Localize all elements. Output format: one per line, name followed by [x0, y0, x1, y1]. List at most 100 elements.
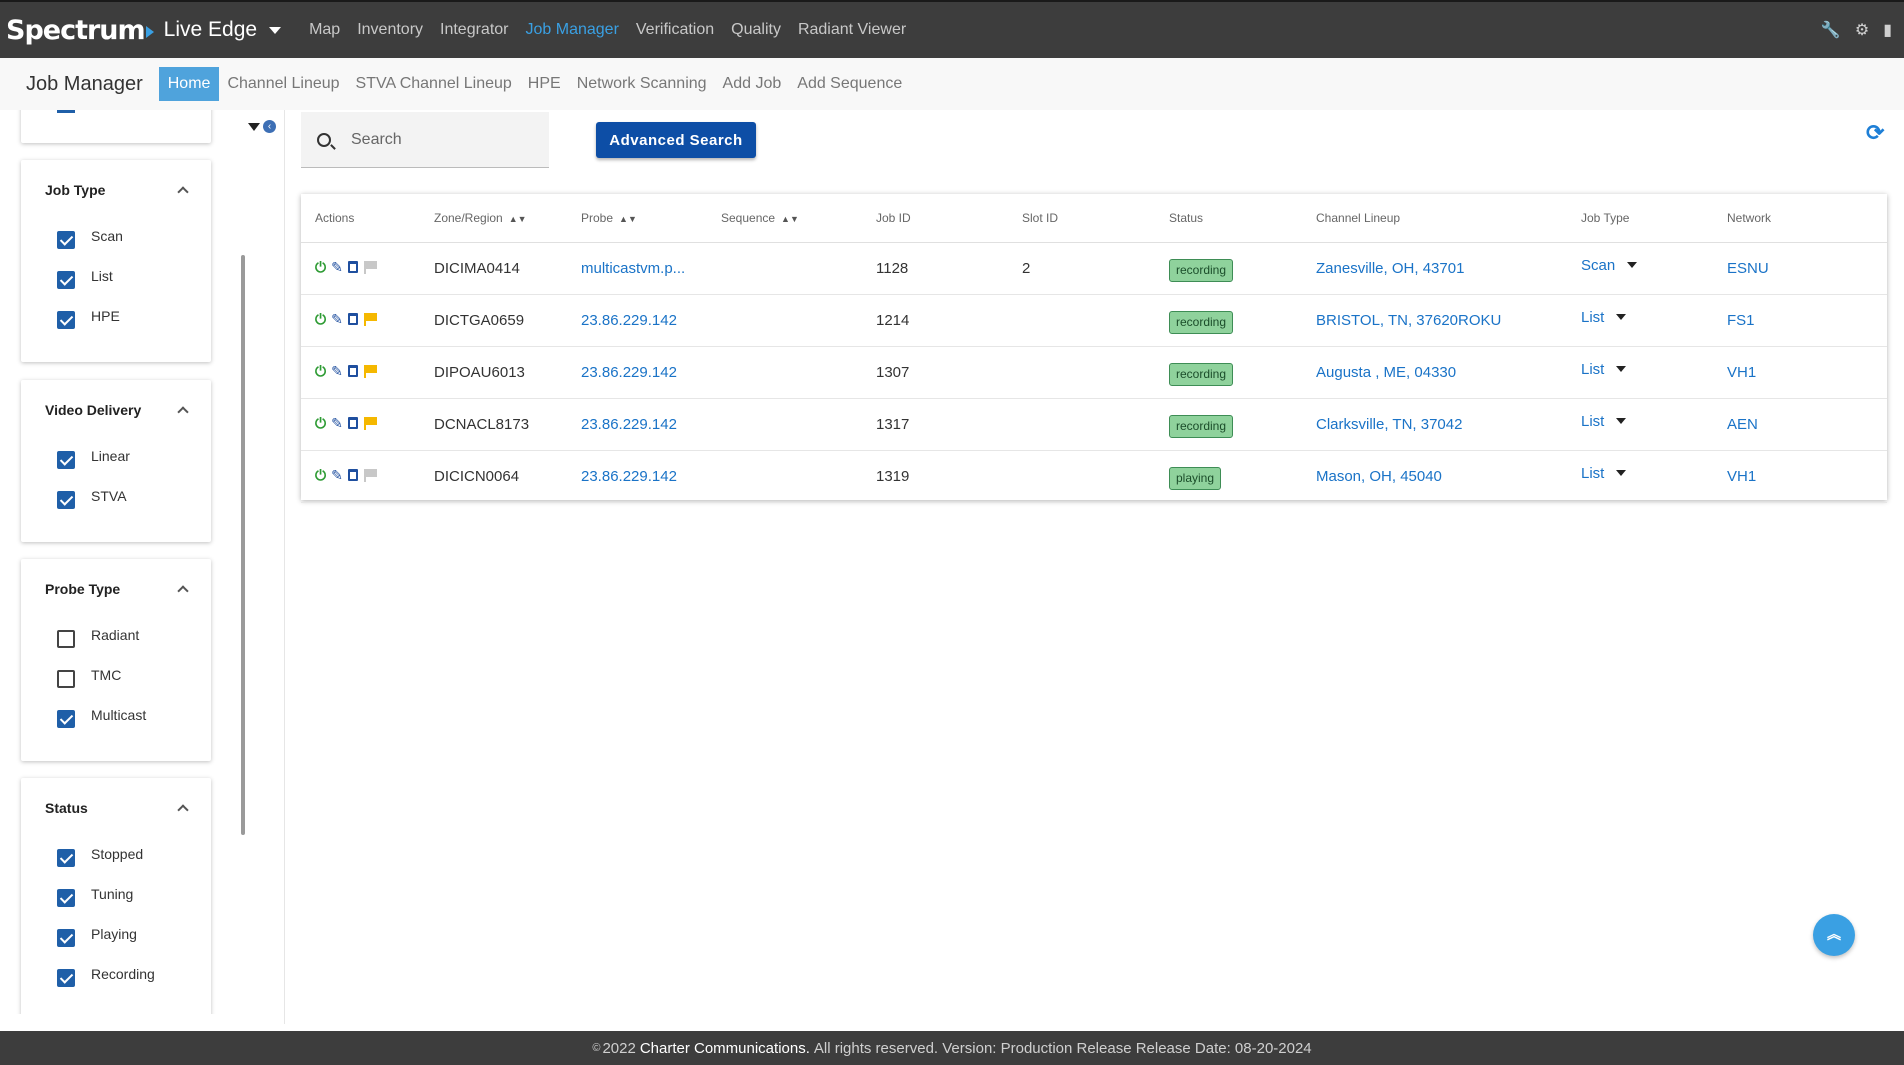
- flag-icon[interactable]: [363, 417, 377, 430]
- caret-down-icon[interactable]: [1616, 470, 1627, 476]
- checkbox-multicast[interactable]: [57, 710, 75, 728]
- job-type-link[interactable]: List: [1581, 361, 1604, 378]
- sort-icon[interactable]: ▲▼: [619, 214, 637, 224]
- filter-header-video-delivery[interactable]: Video Delivery: [21, 380, 211, 440]
- col-probe[interactable]: Probe ▲▼: [581, 194, 721, 243]
- app-switcher-caret-icon[interactable]: [269, 26, 282, 34]
- checkbox-tuning[interactable]: [57, 889, 75, 907]
- edit-icon[interactable]: ✎: [331, 311, 343, 328]
- cell-probe-link[interactable]: 23.86.229.142: [581, 398, 721, 451]
- wrench-icon[interactable]: 🔧: [1821, 20, 1841, 40]
- cell-network-link[interactable]: VH1: [1727, 450, 1887, 503]
- nav-map[interactable]: Map: [309, 21, 340, 39]
- filter-option-linear[interactable]: Linear: [21, 440, 211, 480]
- chevron-up-icon[interactable]: [177, 186, 189, 198]
- search-input[interactable]: [351, 130, 531, 149]
- gear-icon[interactable]: ⚙: [1855, 20, 1869, 40]
- edit-icon[interactable]: ✎: [331, 415, 343, 432]
- cell-job-type[interactable]: Scan: [1581, 242, 1727, 295]
- edit-icon[interactable]: ✎: [331, 467, 343, 484]
- checkbox-radiant[interactable]: [57, 630, 75, 648]
- tab-channel-lineup[interactable]: Channel Lineup: [227, 75, 339, 93]
- job-type-link[interactable]: List: [1581, 413, 1604, 430]
- caret-down-icon[interactable]: [1616, 366, 1627, 372]
- tab-network-scanning[interactable]: Network Scanning: [577, 75, 707, 93]
- caret-down-icon[interactable]: [1616, 314, 1627, 320]
- cell-lineup-link[interactable]: Zanesville, OH, 43701: [1316, 242, 1581, 295]
- checkbox-linear[interactable]: [57, 451, 75, 469]
- sort-icon[interactable]: ▲▼: [509, 214, 527, 224]
- nav-job-manager[interactable]: Job Manager: [526, 21, 619, 39]
- chevron-up-icon[interactable]: [177, 585, 189, 597]
- filter-header-status[interactable]: Status: [21, 778, 211, 838]
- job-type-link[interactable]: Scan: [1581, 257, 1615, 274]
- tab-add-sequence[interactable]: Add Sequence: [797, 75, 902, 93]
- scroll-to-top-button[interactable]: ︽: [1813, 914, 1855, 956]
- flag-icon[interactable]: [363, 261, 377, 274]
- checkbox-recording[interactable]: [57, 969, 75, 987]
- power-icon[interactable]: ⏻: [315, 415, 326, 432]
- delete-icon[interactable]: [347, 365, 358, 377]
- cell-probe-link[interactable]: 23.86.229.142: [581, 294, 721, 347]
- nav-radiant-viewer[interactable]: Radiant Viewer: [798, 21, 906, 39]
- checkbox-stva[interactable]: [57, 491, 75, 509]
- cell-network-link[interactable]: FS1: [1727, 294, 1887, 347]
- filter-option-recording[interactable]: Recording: [21, 958, 211, 998]
- brand[interactable]: Spectrum Live Edge: [6, 15, 282, 46]
- delete-icon[interactable]: [347, 261, 358, 273]
- partial-checkbox[interactable]: [57, 110, 75, 113]
- advanced-search-button[interactable]: Advanced Search: [596, 122, 756, 158]
- cell-job-type[interactable]: List: [1581, 294, 1727, 347]
- nav-verification[interactable]: Verification: [636, 21, 714, 39]
- cell-lineup-link[interactable]: Clarksville, TN, 37042: [1316, 398, 1581, 451]
- filter-option-playing[interactable]: Playing: [21, 918, 211, 958]
- cell-job-type[interactable]: List: [1581, 346, 1727, 399]
- delete-icon[interactable]: [347, 417, 358, 429]
- book-icon[interactable]: ▮: [1883, 20, 1892, 40]
- tab-hpe[interactable]: HPE: [528, 75, 561, 93]
- filter-icon[interactable]: [248, 122, 260, 131]
- col-zone-region[interactable]: Zone/Region ▲▼: [434, 194, 581, 243]
- chevron-up-icon[interactable]: [177, 406, 189, 418]
- edit-icon[interactable]: ✎: [331, 363, 343, 380]
- filter-option-hpe[interactable]: HPE: [21, 300, 211, 340]
- filter-header-probe-type[interactable]: Probe Type: [21, 559, 211, 619]
- col-sequence[interactable]: Sequence ▲▼: [721, 194, 876, 243]
- cell-network-link[interactable]: AEN: [1727, 398, 1887, 451]
- cell-probe-link[interactable]: 23.86.229.142: [581, 450, 721, 503]
- checkbox-playing[interactable]: [57, 929, 75, 947]
- filter-option-list[interactable]: List: [21, 260, 211, 300]
- nav-inventory[interactable]: Inventory: [357, 21, 423, 39]
- cell-probe-link[interactable]: multicastvm.p...: [581, 242, 721, 295]
- nav-quality[interactable]: Quality: [731, 21, 781, 39]
- refresh-icon[interactable]: ⟳: [1866, 120, 1884, 146]
- nav-integrator[interactable]: Integrator: [440, 21, 508, 39]
- checkbox-hpe[interactable]: [57, 311, 75, 329]
- filter-option-scan[interactable]: Scan: [21, 220, 211, 260]
- filter-option-multicast[interactable]: Multicast: [21, 699, 211, 739]
- power-icon[interactable]: ⏻: [315, 467, 326, 484]
- tab-add-job[interactable]: Add Job: [723, 75, 782, 93]
- filter-option-stva[interactable]: STVA: [21, 480, 211, 520]
- job-type-link[interactable]: List: [1581, 309, 1604, 326]
- tab-home[interactable]: Home: [158, 67, 220, 101]
- power-icon[interactable]: ⏻: [315, 363, 326, 380]
- flag-icon[interactable]: [363, 365, 377, 378]
- checkbox-scan[interactable]: [57, 231, 75, 249]
- tab-stva-channel-lineup[interactable]: STVA Channel Lineup: [356, 75, 512, 93]
- cell-lineup-link[interactable]: BRISTOL, TN, 37620ROKU: [1316, 294, 1581, 347]
- power-icon[interactable]: ⏻: [315, 259, 326, 276]
- checkbox-tmc[interactable]: [57, 670, 75, 688]
- delete-icon[interactable]: [347, 469, 358, 481]
- collapse-left-icon[interactable]: ‹: [263, 120, 276, 133]
- caret-down-icon[interactable]: [1616, 418, 1627, 424]
- chevron-up-icon[interactable]: [177, 804, 189, 816]
- cell-job-type[interactable]: List: [1581, 450, 1727, 503]
- filter-header-job-type[interactable]: Job Type: [21, 160, 211, 220]
- cell-network-link[interactable]: ESNU: [1727, 242, 1887, 295]
- cell-network-link[interactable]: VH1: [1727, 346, 1887, 399]
- filter-option-tuning[interactable]: Tuning: [21, 878, 211, 918]
- delete-icon[interactable]: [347, 313, 358, 325]
- cell-job-type[interactable]: List: [1581, 398, 1727, 451]
- power-icon[interactable]: ⏻: [315, 311, 326, 328]
